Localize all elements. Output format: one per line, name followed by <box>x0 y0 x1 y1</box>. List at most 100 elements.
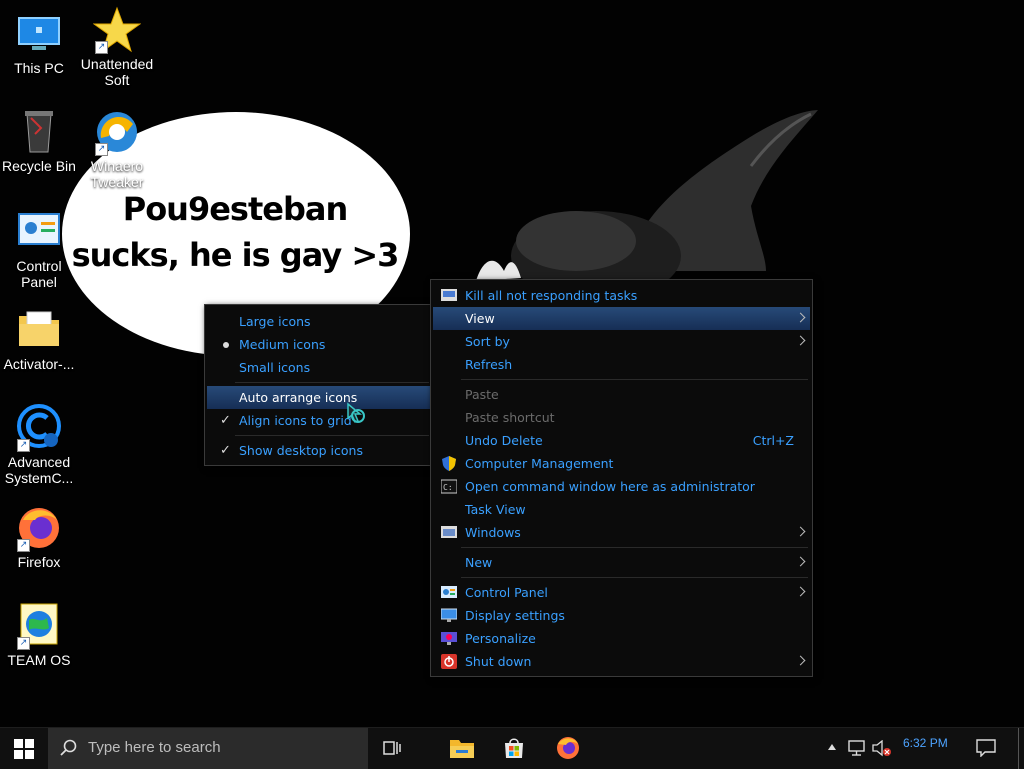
desktop-icon-label: Unattended <box>80 56 154 72</box>
control-panel-icon <box>15 208 63 256</box>
menu-item-shut-down[interactable]: Shut down <box>433 650 810 673</box>
menu-item-personalize[interactable]: Personalize <box>433 627 810 650</box>
desktop-icon-firefox[interactable]: ↗ Firefox <box>0 504 78 570</box>
submenu-item-label: Align icons to grid <box>239 413 352 428</box>
notifications-icon <box>976 739 996 757</box>
chevron-right-icon <box>795 556 806 567</box>
hand-cursor-icon <box>347 402 365 423</box>
submenu-item-label: Auto arrange icons <box>239 390 358 405</box>
power-icon <box>441 654 457 669</box>
menu-item-label: Control Panel <box>465 585 548 600</box>
desktop-icon-recycle-bin[interactable]: Recycle Bin <box>0 108 78 174</box>
taskbar-store[interactable] <box>492 728 536 769</box>
store-icon <box>505 738 523 758</box>
desktop-icon-control-panel[interactable]: Control Panel <box>0 208 78 290</box>
bubble-line-2: sucks, he is gay >3 <box>71 236 400 274</box>
action-center-button[interactable] <box>970 728 1002 769</box>
taskbar-file-explorer[interactable] <box>440 728 484 769</box>
chevron-right-icon <box>795 586 806 597</box>
taskbar-firefox[interactable] <box>546 728 590 769</box>
menu-item-paste[interactable]: Paste <box>433 383 810 406</box>
chevron-right-icon <box>795 335 806 346</box>
svg-text:C:: C: <box>443 483 453 492</box>
bubble-text: Pou9esteban sucks, he is gay >3 <box>70 186 400 278</box>
clock[interactable]: 6:32 PM <box>898 728 954 769</box>
submenu-item-label: Show desktop icons <box>239 443 363 458</box>
firefox-icon <box>557 737 579 759</box>
shortcut-arrow-icon: ↗ <box>95 41 108 54</box>
submenu-item-label: Small icons <box>239 360 311 375</box>
menu-item-label: New <box>465 555 493 570</box>
desktop-icon-team-os[interactable]: ↗ TEAM OS <box>0 602 78 668</box>
desktop-icon-unattended-soft[interactable]: ↗ Unattended Soft <box>78 6 156 88</box>
taskbar-search-box[interactable]: Type here to search <box>48 728 368 769</box>
desktop-icon-label: This PC <box>14 60 64 76</box>
windows-logo-icon <box>14 739 34 759</box>
desktop-icon-label: Advanced <box>7 454 71 470</box>
submenu-item-large-icons[interactable]: Large icons <box>207 310 431 333</box>
checkmark-icon: ✓ <box>220 413 231 428</box>
chevron-right-icon <box>795 655 806 666</box>
menu-separator <box>461 547 808 548</box>
window-icon <box>441 526 457 538</box>
menu-item-label: Open command window here as administrato… <box>465 479 755 494</box>
desktop-icon-winaero-tweaker[interactable]: ↗ Winaero Tweaker <box>78 108 156 190</box>
star-icon: ↗ <box>92 6 142 54</box>
submenu-item-small-icons[interactable]: Small icons <box>207 356 431 379</box>
show-hidden-icons-button[interactable] <box>822 728 842 769</box>
network-tray-button[interactable] <box>844 728 868 769</box>
show-desktop-button[interactable] <box>1018 728 1024 769</box>
menu-item-label: Task View <box>465 502 526 517</box>
menu-separator <box>461 577 808 578</box>
desktop-icon-label: Activator-... <box>3 356 75 372</box>
menu-item-new[interactable]: New <box>433 551 810 574</box>
menu-item-display-settings[interactable]: Display settings <box>433 604 810 627</box>
desktop-icon-activator[interactable]: Activator-... <box>0 306 78 372</box>
submenu-item-show-desktop-icons[interactable]: ✓ Show desktop icons <box>207 439 431 462</box>
menu-item-refresh[interactable]: Refresh <box>433 353 810 376</box>
desktop-icon-advanced-systemcare[interactable]: ↗ Advanced SystemC... <box>0 404 78 486</box>
menu-item-label: Personalize <box>465 631 536 646</box>
desktop-icon-this-pc[interactable]: This PC <box>0 10 78 76</box>
bubble-line-1: Pou9esteban <box>122 190 349 228</box>
team-os-icon: ↗ <box>15 602 63 650</box>
menu-item-label: Sort by <box>465 334 510 349</box>
menu-item-windows[interactable]: Windows <box>433 521 810 544</box>
menu-item-label: Paste <box>465 387 499 402</box>
advanced-systemcare-icon: ↗ <box>15 404 63 452</box>
task-view-button[interactable] <box>370 728 414 769</box>
shortcut-arrow-icon: ↗ <box>17 439 30 452</box>
submenu-item-medium-icons[interactable]: Medium icons <box>207 333 431 356</box>
menu-item-label: Shut down <box>465 654 532 669</box>
desktop-icon-label: TEAM OS <box>7 652 71 668</box>
menu-item-kill-tasks[interactable]: Kill all not responding tasks <box>433 284 810 307</box>
winaero-tweaker-icon: ↗ <box>93 108 141 156</box>
menu-item-control-panel[interactable]: Control Panel <box>433 581 810 604</box>
shortcut-arrow-icon: ↗ <box>95 143 108 156</box>
radio-bullet-icon <box>223 342 229 348</box>
search-icon <box>60 739 77 756</box>
menu-item-open-cmd-admin[interactable]: C: Open command window here as administr… <box>433 475 810 498</box>
submenu-item-align-to-grid[interactable]: ✓ Align icons to grid <box>207 409 431 432</box>
menu-item-undo-delete[interactable]: Undo Delete Ctrl+Z <box>433 429 810 452</box>
menu-item-label: Kill all not responding tasks <box>465 288 638 303</box>
menu-item-view[interactable]: View <box>433 307 810 330</box>
desktop-icon-label: Control <box>16 258 62 274</box>
this-pc-icon <box>15 10 63 58</box>
menu-item-label: View <box>465 311 495 326</box>
menu-item-label: Display settings <box>465 608 565 623</box>
menu-item-label: Windows <box>465 525 521 540</box>
submenu-item-label: Medium icons <box>239 337 326 352</box>
checkmark-icon: ✓ <box>220 443 231 458</box>
view-submenu: Large icons Medium icons Small icons Aut… <box>204 304 434 466</box>
start-button[interactable] <box>0 728 48 769</box>
menu-item-paste-shortcut[interactable]: Paste shortcut <box>433 406 810 429</box>
menu-item-sort-by[interactable]: Sort by <box>433 330 810 353</box>
menu-item-task-view[interactable]: Task View <box>433 498 810 521</box>
submenu-item-auto-arrange[interactable]: Auto arrange icons <box>207 386 431 409</box>
menu-item-label: Paste shortcut <box>465 410 555 425</box>
shortcut-arrow-icon: ↗ <box>17 539 30 552</box>
desktop[interactable]: Pou9esteban sucks, he is gay >3 This PC … <box>0 0 1024 727</box>
volume-tray-button[interactable] <box>870 728 894 769</box>
menu-item-computer-management[interactable]: Computer Management <box>433 452 810 475</box>
